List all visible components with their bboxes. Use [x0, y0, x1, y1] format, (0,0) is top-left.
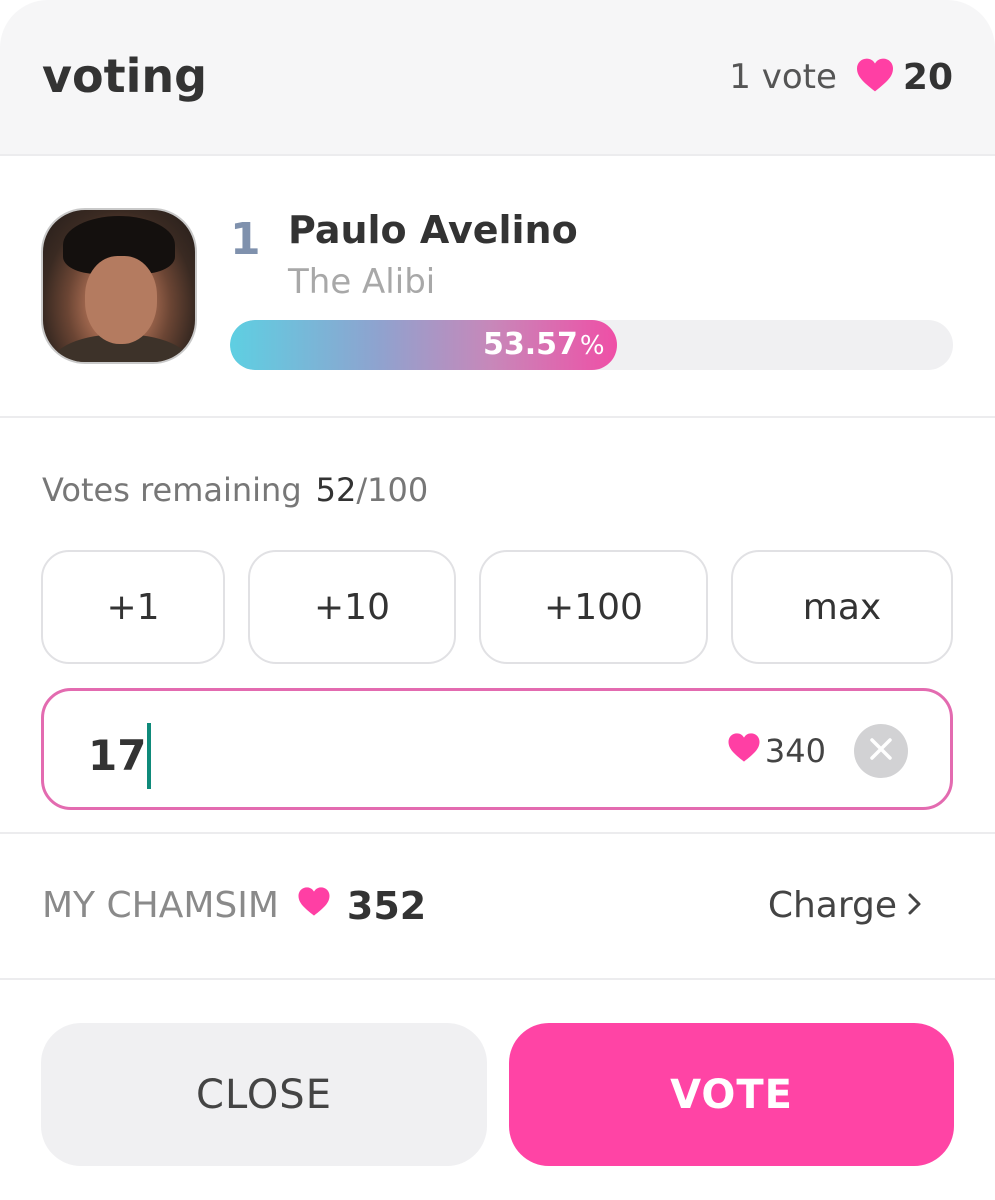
- dialog-header: voting 1 vote 20: [0, 0, 995, 156]
- vote-button[interactable]: VOTE: [509, 1023, 954, 1166]
- vote-unit-cost: 20: [902, 56, 953, 98]
- avatar: [41, 208, 197, 364]
- vote-unit-label: 1 vote: [729, 57, 837, 97]
- max-button[interactable]: max: [731, 550, 953, 664]
- vote-amount-cost-value: 340: [764, 732, 826, 770]
- voting-dialog: voting 1 vote 20 1 Paulo Avelino The Ali…: [0, 0, 995, 1200]
- heart-icon: [727, 732, 761, 771]
- charge-label: Charge: [767, 885, 897, 926]
- votes-remaining-label: Votes remaining: [42, 471, 302, 509]
- candidate-card: 1 Paulo Avelino The Alibi 53.57%: [0, 156, 995, 418]
- add-1-button[interactable]: +1: [41, 550, 225, 664]
- vote-amount-text: 17: [88, 731, 147, 780]
- vote-share-value: 53.57: [483, 327, 578, 362]
- text-caret: [147, 723, 152, 789]
- vote-cost-info: 1 vote 20: [729, 54, 953, 100]
- vote-share-label: 53.57%: [483, 320, 605, 370]
- heart-icon: [297, 882, 331, 930]
- votes-remaining-total: /100: [356, 471, 429, 509]
- candidate-subtitle: The Alibi: [288, 262, 436, 302]
- clear-input-button[interactable]: [854, 724, 908, 778]
- wallet-section: MY CHAMSIM 352 Charge: [0, 832, 995, 980]
- votes-remaining-count: 52: [315, 471, 357, 509]
- chevron-right-icon: [907, 882, 923, 930]
- vote-share-bar: 53.57%: [230, 320, 953, 370]
- close-button[interactable]: CLOSE: [41, 1023, 487, 1166]
- heart-icon: [855, 57, 895, 97]
- votes-remaining: Votes remaining 52/100: [42, 468, 428, 512]
- wallet-balance: MY CHAMSIM 352: [42, 882, 426, 930]
- dialog-title: voting: [42, 49, 208, 103]
- add-10-button[interactable]: +10: [248, 550, 456, 664]
- add-100-button[interactable]: +100: [479, 550, 708, 664]
- vote-amount-input[interactable]: 17 340: [41, 688, 953, 810]
- vote-amount-cost: 340: [727, 727, 826, 775]
- vote-amount-value[interactable]: 17: [88, 723, 152, 789]
- candidate-name: Paulo Avelino: [288, 208, 578, 252]
- vote-share-unit: %: [579, 331, 605, 361]
- charge-link[interactable]: Charge: [768, 882, 923, 930]
- wallet-amount: 352: [346, 884, 427, 928]
- candidate-rank: 1: [230, 214, 261, 265]
- wallet-label: MY CHAMSIM: [42, 885, 279, 926]
- close-icon: [868, 736, 894, 766]
